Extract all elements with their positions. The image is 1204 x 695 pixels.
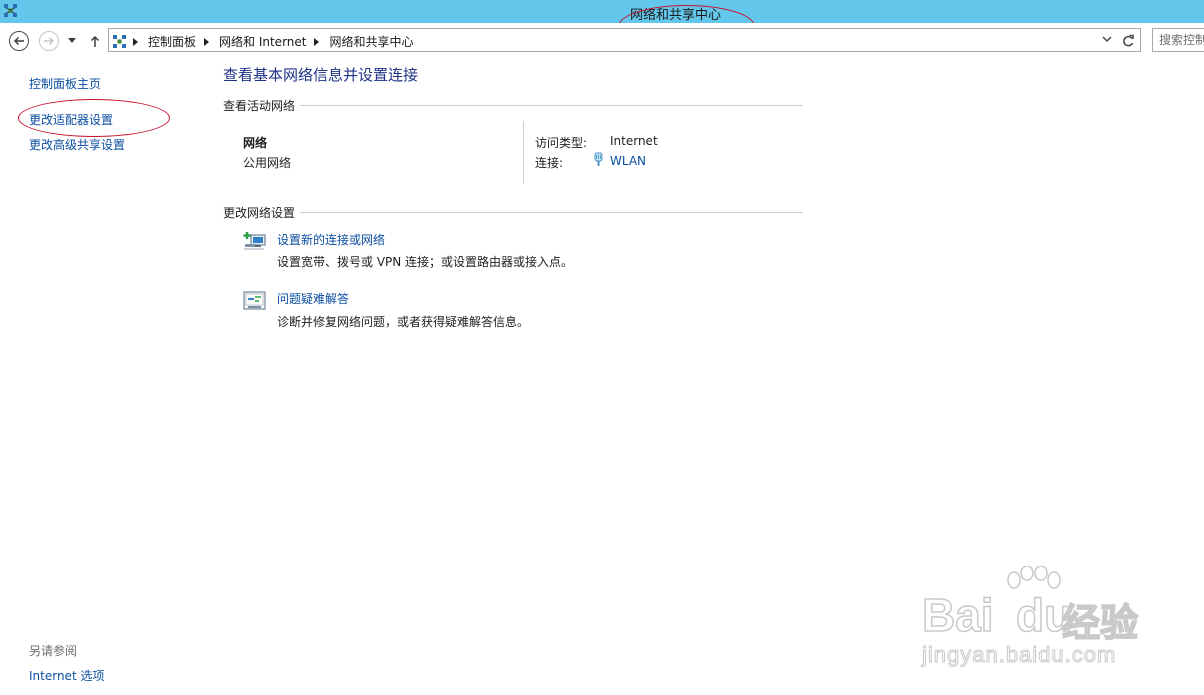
watermark-brand-cn: 经验 bbox=[1061, 600, 1139, 646]
baidu-jingyan-watermark: Bai du 经验 jingyan.baidu.com bbox=[921, 566, 1147, 671]
active-networks-heading: 查看活动网络 bbox=[223, 97, 301, 114]
connection-wlan-link[interactable]: WLAN bbox=[610, 154, 646, 168]
network-divider bbox=[523, 121, 524, 184]
sidebar-item-internet-options[interactable]: Internet 选项 bbox=[29, 667, 104, 684]
connection-label: 连接: bbox=[535, 156, 564, 170]
wifi-signal-icon bbox=[594, 152, 603, 166]
forward-arrow-icon bbox=[44, 36, 55, 46]
page-title: 查看基本网络信息并设置连接 bbox=[223, 66, 419, 84]
troubleshoot-icon bbox=[243, 291, 266, 310]
network-center-icon bbox=[4, 4, 17, 17]
breadcrumb-separator[interactable] bbox=[314, 37, 320, 46]
recent-locations-button[interactable] bbox=[63, 31, 81, 51]
section-divider bbox=[223, 212, 803, 213]
search-input[interactable] bbox=[1153, 29, 1204, 51]
change-settings-heading: 更改网络设置 bbox=[223, 204, 301, 221]
change-settings-section: 更改网络设置 bbox=[223, 204, 803, 221]
breadcrumb-separator[interactable] bbox=[204, 37, 210, 46]
search-box[interactable] bbox=[1152, 28, 1204, 52]
sidebar-item-change-adapter-settings[interactable]: 更改适配器设置 bbox=[29, 111, 113, 128]
up-arrow-icon bbox=[90, 35, 100, 47]
access-type-value: Internet bbox=[610, 134, 658, 148]
see-also-heading: 另请参阅 bbox=[29, 644, 78, 658]
chevron-down-icon bbox=[68, 38, 76, 43]
sidebar-item-change-advanced-sharing[interactable]: 更改高级共享设置 bbox=[29, 136, 125, 153]
breadcrumb-control-panel[interactable]: 控制面板 bbox=[148, 33, 196, 50]
back-button[interactable] bbox=[9, 31, 29, 51]
window-title: 网络和共享中心 bbox=[630, 8, 722, 23]
back-arrow-icon bbox=[13, 36, 24, 46]
network-type-link: 公用网络 bbox=[243, 156, 292, 170]
refresh-icon[interactable] bbox=[1121, 33, 1135, 49]
watermark-brand-bai: Bai bbox=[921, 588, 994, 642]
setup-new-connection-link[interactable]: 设置新的连接或网络 bbox=[277, 231, 385, 248]
access-type-label: 访问类型: bbox=[535, 136, 588, 150]
address-dropdown-icon[interactable] bbox=[1102, 34, 1112, 44]
address-bar[interactable]: 控制面板 网络和 Internet 网络和共享中心 bbox=[108, 28, 1141, 52]
sidebar-item-control-panel-home[interactable]: 控制面板主页 bbox=[29, 75, 101, 92]
network-name: 网络 bbox=[243, 136, 268, 150]
active-networks-section: 查看活动网络 bbox=[223, 97, 803, 114]
breadcrumb-separator[interactable] bbox=[133, 37, 138, 46]
section-divider bbox=[223, 105, 803, 106]
new-connection-icon bbox=[243, 232, 266, 250]
title-bar: 网络和共享中心 bbox=[0, 0, 1204, 23]
up-button[interactable] bbox=[85, 31, 105, 51]
navigation-bar: 控制面板 网络和 Internet 网络和共享中心 bbox=[0, 23, 1204, 57]
troubleshoot-link[interactable]: 问题疑难解答 bbox=[277, 290, 349, 307]
breadcrumb-network-internet[interactable]: 网络和 Internet bbox=[219, 33, 306, 50]
watermark-url: jingyan.baidu.com bbox=[921, 642, 1117, 668]
forward-button[interactable] bbox=[39, 31, 59, 51]
troubleshoot-desc: 诊断并修复网络问题，或者获得疑难解答信息。 bbox=[277, 315, 530, 329]
setup-new-connection-desc: 设置宽带、拨号或 VPN 连接；或设置路由器或接入点。 bbox=[277, 255, 574, 269]
breadcrumb-network-sharing-center[interactable]: 网络和共享中心 bbox=[329, 33, 413, 50]
control-panel-icon bbox=[113, 34, 126, 48]
